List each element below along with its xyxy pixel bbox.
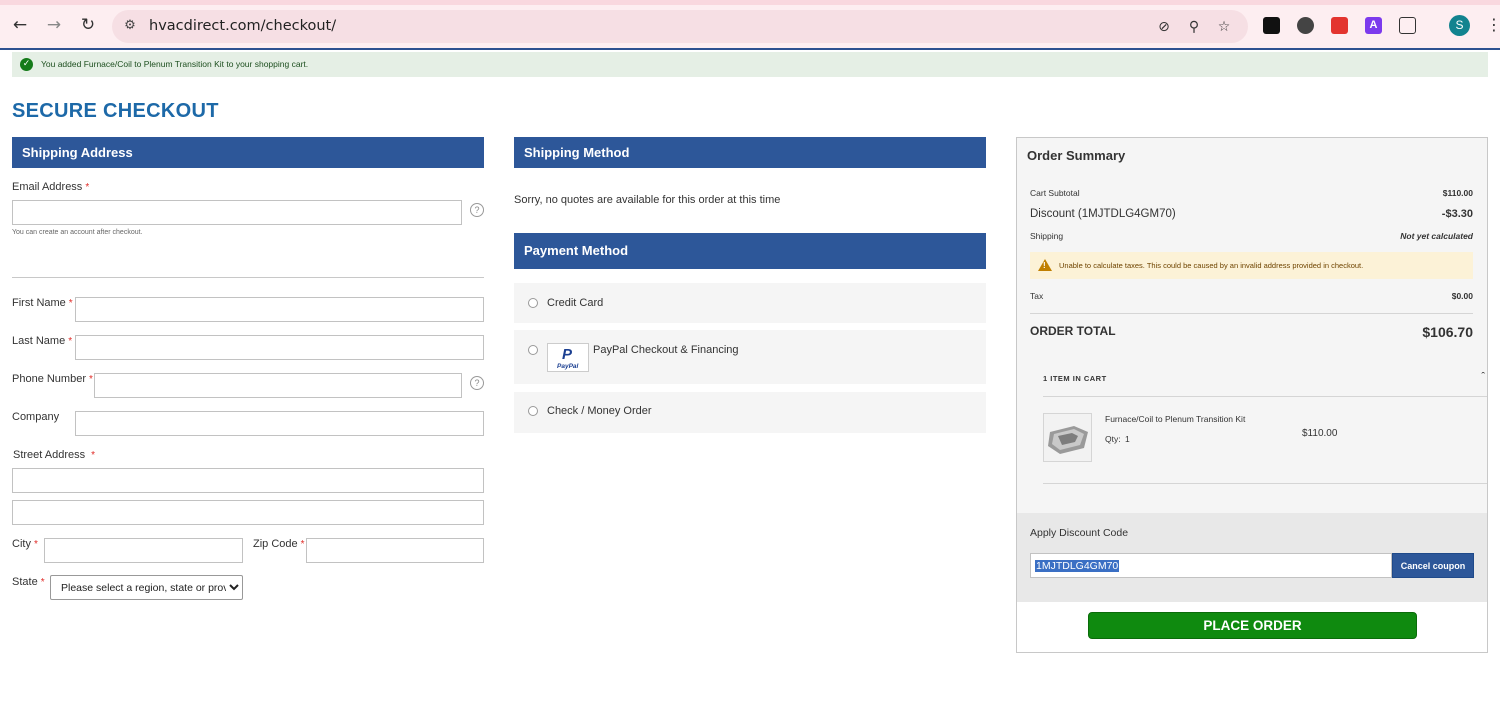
city-field[interactable]: [44, 538, 243, 563]
shipping-address-heading: Shipping Address: [12, 137, 484, 168]
order-total-label: ORDER TOTAL: [1030, 324, 1116, 338]
phone-field[interactable]: [94, 373, 462, 398]
email-label: Email Address *: [12, 181, 90, 193]
order-total-value: $106.70: [1422, 324, 1473, 340]
street-line-2-field[interactable]: [12, 500, 484, 525]
last-name-field[interactable]: [75, 335, 484, 360]
discount-code-panel: Apply Discount Code 1MJTDLG4GM70 Cancel …: [1017, 513, 1487, 602]
discount-label: Discount (1MJTDLG4GM70): [1030, 208, 1176, 220]
browser-toolbar: ← → ↻ ⚙ hvacdirect.com/checkout/ ⊘ ⚲ ☆ A…: [0, 0, 1500, 50]
item-name: Furnace/Coil to Plenum Transition Kit: [1105, 414, 1246, 424]
payment-option-paypal[interactable]: P PayPal PayPal Checkout & Financing: [514, 330, 986, 384]
puzzle-icon[interactable]: [1399, 17, 1416, 34]
first-name-label: First Name *: [12, 297, 73, 309]
warning-mark: !: [1043, 261, 1046, 270]
items-in-cart-toggle[interactable]: 1 ITEM IN CART: [1043, 374, 1107, 383]
payment-option-check[interactable]: Check / Money Order: [514, 392, 986, 433]
success-message: ✓ You added Furnace/Coil to Plenum Trans…: [12, 52, 1488, 77]
paypal-radio[interactable]: [528, 345, 538, 355]
last-name-label: Last Name *: [12, 335, 73, 347]
divider: [12, 277, 484, 278]
phone-label: Phone Number *: [12, 373, 93, 385]
star-icon[interactable]: ☆: [1214, 17, 1234, 37]
url-text[interactable]: hvacdirect.com/checkout/: [149, 18, 336, 34]
item-qty: Qty: 1: [1105, 434, 1130, 444]
zip-field[interactable]: [306, 538, 484, 563]
product-image: [1044, 414, 1091, 461]
payment-option-label[interactable]: PayPal Checkout & Financing: [593, 344, 739, 356]
paypal-logo: P PayPal: [547, 343, 589, 372]
divider: [1030, 313, 1473, 314]
item-price: $110.00: [1302, 428, 1338, 439]
a-extension-icon[interactable]: A: [1365, 17, 1382, 34]
tax-warning-text: Unable to calculate taxes. This could be…: [1059, 261, 1364, 270]
message-text: You added Furnace/Coil to Plenum Transit…: [41, 59, 309, 69]
tax-warning: ! Unable to calculate taxes. This could …: [1030, 252, 1473, 279]
company-label: Company: [12, 411, 60, 423]
red-extension-icon[interactable]: [1331, 17, 1348, 34]
payment-option-label[interactable]: Check / Money Order: [547, 405, 652, 417]
paypal-logo-text: PayPal: [557, 363, 579, 370]
site-settings-icon[interactable]: ⚙: [122, 18, 138, 34]
tax-label: Tax: [1030, 291, 1044, 301]
email-field[interactable]: [12, 200, 462, 225]
payment-option-label[interactable]: Credit Card: [547, 297, 603, 309]
eye-off-icon[interactable]: ⊘: [1154, 17, 1174, 37]
product-thumbnail[interactable]: [1043, 413, 1092, 462]
tab-strip: [0, 0, 1500, 5]
payment-option-credit-card[interactable]: Credit Card: [514, 283, 986, 323]
payment-method-heading: Payment Method: [514, 233, 986, 269]
reload-icon[interactable]: ↻: [77, 14, 99, 36]
cart-item: Furnace/Coil to Plenum Transition Kit Qt…: [1043, 396, 1487, 484]
menu-icon[interactable]: ⋮: [1486, 14, 1500, 36]
discount-code-value[interactable]: 1MJTDLG4GM70: [1035, 560, 1120, 572]
cart-subtotal-value: $110.00: [1442, 188, 1473, 198]
order-summary: Order Summary Cart Subtotal $110.00 Disc…: [1016, 137, 1488, 653]
robot-extension-icon[interactable]: [1297, 17, 1314, 34]
credit-card-radio[interactable]: [528, 298, 538, 308]
page-title: SECURE CHECKOUT: [12, 100, 219, 122]
email-hint: You can create an account after checkout…: [12, 229, 143, 236]
paypal-p-icon: P: [562, 346, 573, 363]
check-icon: ✓: [20, 58, 33, 71]
cart-subtotal-label: Cart Subtotal: [1030, 188, 1080, 198]
city-label: City *: [12, 538, 38, 550]
forward-icon[interactable]: →: [43, 14, 65, 36]
place-order-button[interactable]: PLACE ORDER: [1088, 612, 1417, 639]
street-line-1-field[interactable]: [12, 468, 484, 493]
address-bar[interactable]: ⚙ hvacdirect.com/checkout/ ⊘ ⚲ ☆: [112, 10, 1248, 43]
help-icon[interactable]: ?: [470, 203, 484, 217]
shipping-value: Not yet calculated: [1400, 231, 1473, 241]
zoom-icon[interactable]: ⚲: [1184, 17, 1204, 37]
tax-value: $0.00: [1451, 291, 1473, 301]
company-field[interactable]: [75, 411, 484, 436]
zip-label: Zip Code *: [253, 538, 305, 550]
state-label: State *: [12, 576, 45, 588]
apply-discount-title[interactable]: Apply Discount Code: [1030, 527, 1128, 539]
check-money-order-radio[interactable]: [528, 406, 538, 416]
shipping-method-notice: Sorry, no quotes are available for this …: [514, 194, 781, 206]
shipping-method-heading: Shipping Method: [514, 137, 986, 168]
back-icon[interactable]: ←: [9, 14, 31, 36]
discount-code-input[interactable]: 1MJTDLG4GM70: [1030, 553, 1392, 578]
state-select[interactable]: Please select a region, state or provinc…: [50, 575, 243, 600]
cancel-coupon-button[interactable]: Cancel coupon: [1392, 553, 1474, 578]
shipping-label: Shipping: [1030, 231, 1064, 241]
discount-value: -$3.30: [1441, 208, 1473, 220]
first-name-field[interactable]: [75, 297, 484, 322]
avatar[interactable]: S: [1449, 15, 1470, 36]
order-summary-title: Order Summary: [1027, 148, 1126, 163]
street-label: Street Address *: [13, 449, 96, 461]
extension-icon[interactable]: [1263, 17, 1280, 34]
help-icon[interactable]: ?: [470, 376, 484, 390]
chevron-up-icon[interactable]: ˆ: [1481, 371, 1485, 383]
